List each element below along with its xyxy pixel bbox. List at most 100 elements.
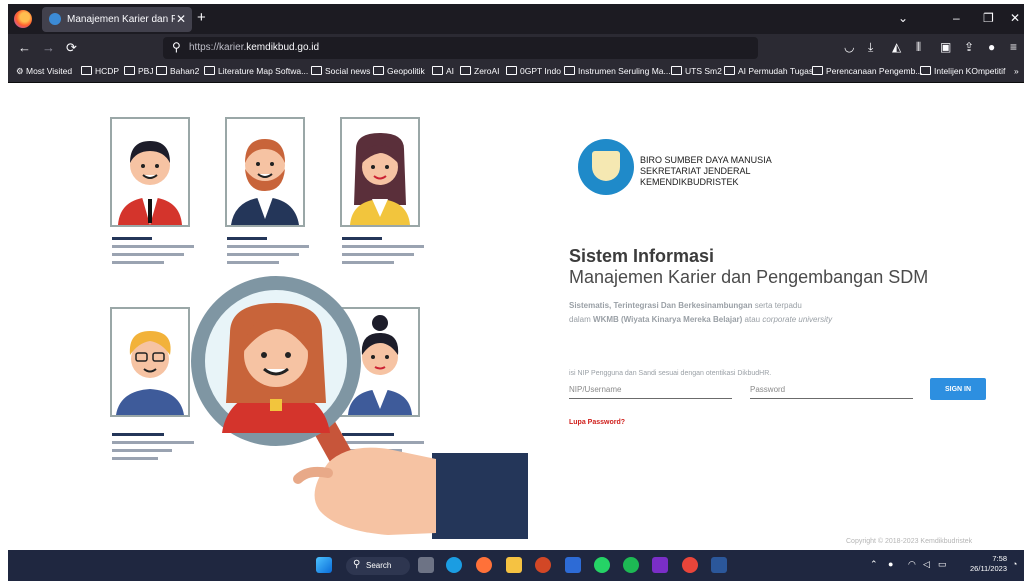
bookmark-item[interactable]: Bahan2 bbox=[156, 66, 199, 76]
powerpoint-icon[interactable] bbox=[535, 557, 551, 573]
person-avatar-icon bbox=[118, 141, 182, 225]
browser-tab-bar: Manajemen Karier dan Pengem ✕ + ⌄ – ❐ ✕ bbox=[8, 4, 1024, 34]
login-page: BIRO SUMBER DAYA MANUSIA SEKRETARIAT JEN… bbox=[8, 83, 1024, 550]
share-icon[interactable]: ⇪ bbox=[964, 40, 974, 54]
forward-arrow-icon[interactable]: → bbox=[42, 40, 55, 55]
bookmark-item[interactable]: Perencanaan Pengemb... bbox=[812, 66, 922, 76]
taskbar-search[interactable]: ⚲ Search bbox=[346, 557, 410, 575]
bookmarks-bar: ⚙ Most Visited HCDP PBJ Bahan2 Literatur… bbox=[8, 62, 1024, 83]
tab-close-icon[interactable]: ✕ bbox=[176, 12, 186, 26]
file-explorer-icon[interactable] bbox=[506, 557, 522, 573]
extension-icon[interactable]: ◭ bbox=[892, 40, 901, 54]
bookmark-item[interactable]: 0GPT Indo bbox=[506, 66, 561, 76]
notification-bell-icon[interactable]: ◔ bbox=[1012, 559, 1017, 569]
description-line-1: Sistematis, Terintegrasi Dan Berkesinamb… bbox=[569, 301, 802, 310]
folder-icon bbox=[311, 66, 322, 75]
bookmark-item[interactable]: ZeroAI bbox=[460, 66, 500, 76]
back-arrow-icon[interactable]: ← bbox=[18, 40, 31, 55]
folder-icon bbox=[373, 66, 384, 75]
login-hint: isi NIP Pengguna dan Sandi sesuai dengan… bbox=[569, 370, 772, 377]
windows-start-icon[interactable] bbox=[316, 557, 332, 573]
firefox-icon[interactable] bbox=[14, 10, 32, 28]
search-icon: ⚲ bbox=[353, 559, 361, 570]
tray-chevron-icon[interactable]: ⌃ bbox=[870, 559, 878, 570]
kemdikbud-logo-icon bbox=[578, 139, 634, 195]
folder-icon bbox=[506, 66, 517, 75]
folder-icon bbox=[920, 66, 931, 75]
password-input[interactable] bbox=[750, 380, 913, 399]
edge-icon[interactable] bbox=[446, 557, 462, 573]
magnifying-glass-icon bbox=[191, 276, 528, 539]
window-close-button[interactable]: ✕ bbox=[1010, 11, 1020, 25]
minimize-button[interactable]: – bbox=[953, 11, 960, 25]
bookmark-item[interactable]: Literature Map Softwa... bbox=[204, 66, 308, 76]
description-line-2: dalam WKMB (Wiyata Kinarya Mereka Belaja… bbox=[569, 315, 833, 324]
bookmarks-overflow-icon[interactable]: » bbox=[1014, 66, 1019, 76]
wifi-icon[interactable]: ◠ bbox=[908, 559, 916, 570]
download-icon[interactable]: ⤓ bbox=[868, 40, 873, 55]
folder-icon bbox=[671, 66, 682, 75]
volume-icon[interactable]: ◁ bbox=[923, 559, 930, 570]
copyright-text: Copyright © 2018-2023 Kemdikbudristek bbox=[846, 538, 973, 545]
vpn-icon[interactable]: ● bbox=[988, 40, 995, 54]
new-tab-button[interactable]: + bbox=[197, 9, 206, 26]
folder-icon bbox=[204, 66, 215, 75]
bookmark-item[interactable]: Social news bbox=[311, 66, 370, 76]
page-subtitle: Manajemen Karier dan Pengembangan SDM bbox=[569, 267, 929, 287]
app-icon[interactable] bbox=[652, 557, 668, 573]
sidebar-icon[interactable]: ▣ bbox=[940, 40, 951, 54]
windows-taskbar: ⚲ Search ⌃ ● ◠ ◁ ▭ 7:58 26/11/2023 ◔ bbox=[8, 550, 1024, 581]
search-icon: ⚲ bbox=[172, 40, 181, 54]
whatsapp-icon[interactable] bbox=[594, 557, 610, 573]
browser-nav-bar: ← → ⟳ ⚲ https://karier.kemdikbud.go.id ◡… bbox=[8, 34, 1024, 62]
tab-list-chevron-icon[interactable]: ⌄ bbox=[898, 11, 908, 25]
folder-icon bbox=[812, 66, 823, 75]
screen: Manajemen Karier dan Pengem ✕ + ⌄ – ❐ ✕ … bbox=[8, 4, 1024, 581]
address-bar[interactable]: ⚲ https://karier.kemdikbud.go.id bbox=[163, 37, 758, 59]
person-avatar-icon bbox=[116, 331, 184, 415]
pocket-icon[interactable]: ◡ bbox=[844, 40, 854, 54]
org-line-3: KEMENDIKBUDRISTEK bbox=[640, 177, 739, 187]
profile-card bbox=[110, 307, 190, 417]
tray-app-icon[interactable]: ● bbox=[888, 559, 893, 569]
org-line-1: BIRO SUMBER DAYA MANUSIA bbox=[640, 155, 772, 165]
menu-icon[interactable]: ≡ bbox=[1010, 40, 1017, 54]
spotify-icon[interactable] bbox=[623, 557, 639, 573]
profile-card bbox=[110, 117, 190, 227]
username-input[interactable] bbox=[569, 380, 732, 399]
forgot-password-link[interactable]: Lupa Password? bbox=[569, 419, 625, 426]
chrome-icon[interactable] bbox=[682, 557, 698, 573]
word-icon[interactable] bbox=[711, 557, 727, 573]
bookmark-item[interactable]: Instrumen Seruling Ma... bbox=[564, 66, 671, 76]
bookmark-item[interactable]: Geopolitik bbox=[373, 66, 425, 76]
bookmark-most-visited[interactable]: ⚙ Most Visited bbox=[16, 66, 72, 77]
task-view-icon[interactable] bbox=[418, 557, 434, 573]
folder-icon bbox=[564, 66, 575, 75]
person-avatar-icon bbox=[350, 133, 410, 225]
url-text: https://karier.kemdikbud.go.id bbox=[189, 42, 320, 53]
folder-icon bbox=[460, 66, 471, 75]
teams-icon[interactable] bbox=[565, 557, 581, 573]
bookmark-item[interactable]: Intelijen KOmpetitif bbox=[920, 66, 1005, 76]
tab-title: Manajemen Karier dan Pengem bbox=[67, 14, 175, 25]
library-icon[interactable]: ⫴ bbox=[916, 40, 921, 55]
folder-icon bbox=[724, 66, 735, 75]
bookmark-item[interactable]: HCDP bbox=[81, 66, 119, 76]
bookmark-item[interactable]: AI bbox=[432, 66, 454, 76]
battery-icon[interactable]: ▭ bbox=[938, 559, 947, 570]
system-clock[interactable]: 7:58 26/11/2023 bbox=[963, 554, 1007, 574]
browser-tab-active[interactable]: Manajemen Karier dan Pengem ✕ bbox=[42, 7, 192, 32]
person-avatar-icon bbox=[231, 139, 299, 225]
bookmark-item[interactable]: AI Permudah Tugas bbox=[724, 66, 813, 76]
folder-icon bbox=[156, 66, 167, 75]
folder-icon bbox=[432, 66, 443, 75]
firefox-icon[interactable] bbox=[476, 557, 492, 573]
bookmark-item[interactable]: PBJ bbox=[124, 66, 154, 76]
org-line-2: SEKRETARIAT JENDERAL bbox=[640, 166, 751, 176]
sign-in-button[interactable]: SIGN IN bbox=[930, 378, 986, 400]
bookmark-item[interactable]: UTS Sm2 bbox=[671, 66, 722, 76]
page-title: Sistem Informasi bbox=[569, 246, 715, 266]
reload-icon[interactable]: ⟳ bbox=[66, 40, 77, 56]
restore-button[interactable]: ❐ bbox=[983, 11, 994, 25]
site-favicon-icon bbox=[49, 13, 61, 25]
